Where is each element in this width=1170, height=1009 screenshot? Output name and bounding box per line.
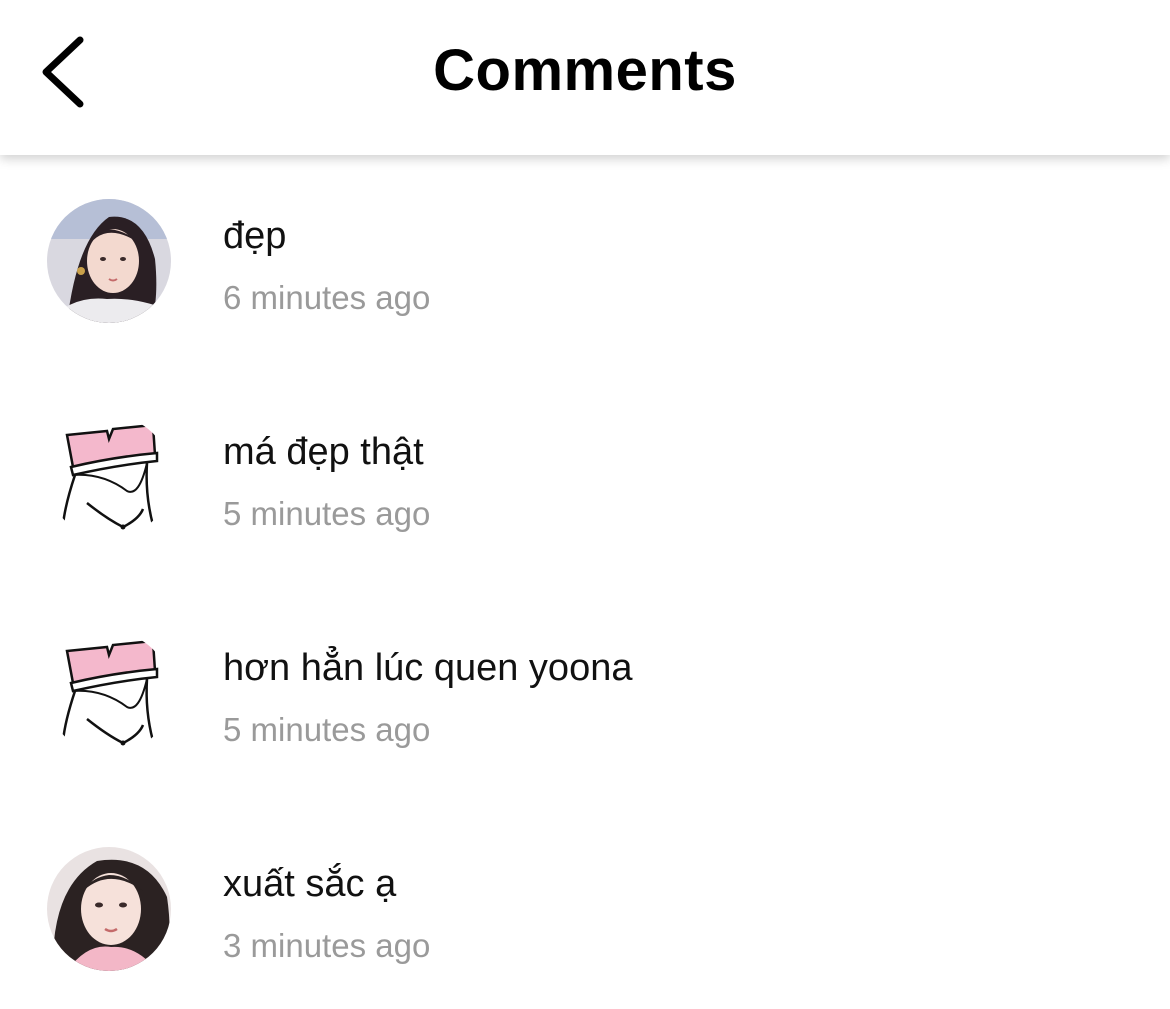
hat-sketch-icon	[47, 415, 171, 539]
comment-text: xuất sắc ạ	[223, 863, 397, 905]
comment-timestamp: 5 minutes ago	[223, 711, 431, 748]
comment-text: má đẹp thật	[223, 431, 424, 473]
comment-list: đẹp 6 minutes ago má đẹp thật 5 minutes …	[0, 155, 1170, 1009]
comment-text: đẹp	[223, 215, 287, 257]
comment-item[interactable]: má đẹp thật 5 minutes ago	[0, 371, 1170, 571]
user-photo-icon	[47, 199, 171, 323]
avatar[interactable]	[47, 415, 171, 539]
comment-timestamp: 3 minutes ago	[223, 927, 431, 964]
user-photo-icon	[47, 847, 171, 971]
avatar[interactable]	[47, 199, 171, 323]
comment-item[interactable]: xuất sắc ạ 3 minutes ago	[0, 803, 1170, 1003]
comment-timestamp: 5 minutes ago	[223, 495, 431, 532]
avatar[interactable]	[47, 847, 171, 971]
comment-text: hơn hẳn lúc quen yoona	[223, 647, 633, 689]
comment-timestamp: 6 minutes ago	[223, 279, 431, 316]
avatar[interactable]	[47, 631, 171, 755]
page-title: Comments	[433, 38, 737, 103]
comment-item[interactable]: hơn hẳn lúc quen yoona 5 minutes ago	[0, 587, 1170, 787]
top-bar: Comments	[0, 0, 1170, 155]
hat-sketch-icon	[47, 631, 171, 755]
comment-item[interactable]: đẹp 6 minutes ago	[0, 155, 1170, 355]
